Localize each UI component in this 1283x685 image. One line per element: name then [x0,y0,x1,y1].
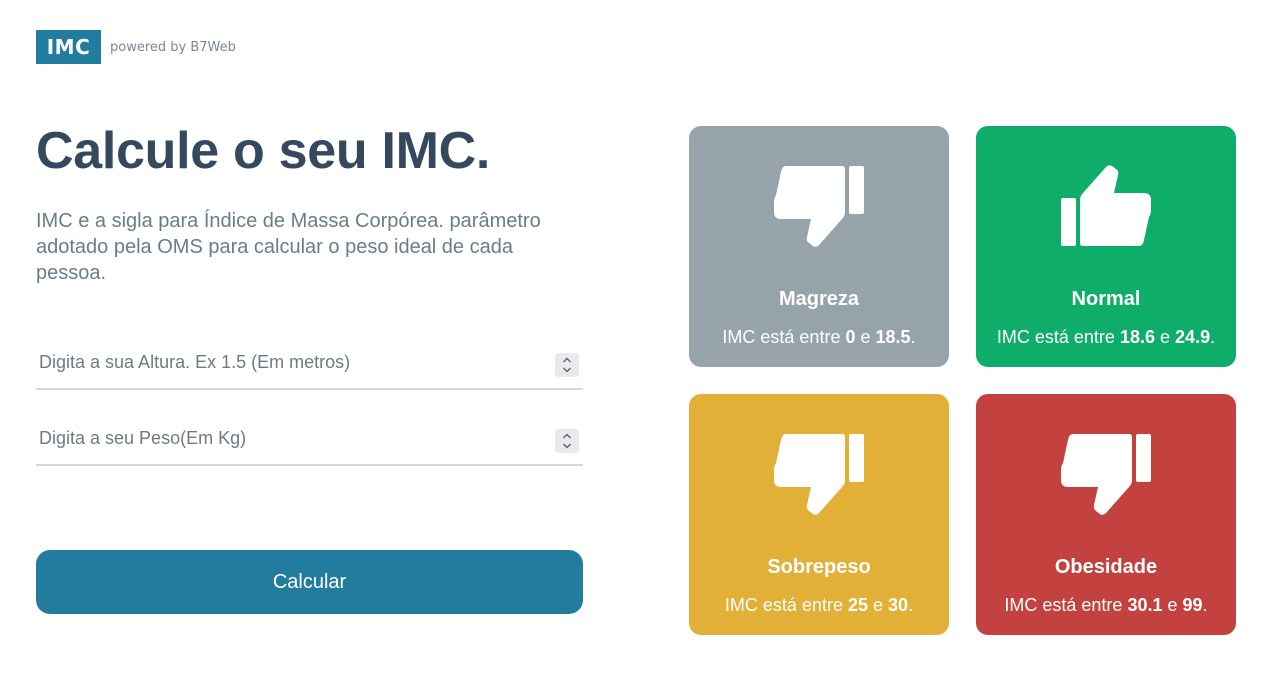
weight-stepper[interactable] [555,429,579,453]
thumbs-down-icon [774,166,864,247]
page-title: Calcule o seu IMC. [36,122,491,180]
height-field [36,340,583,390]
thumbs-up-icon [1061,165,1151,246]
thumbs-down-icon [1061,434,1151,515]
level-card-magreza: Magreza IMC está entre 0 e 18.5. [689,126,949,367]
thumbs-down-icon [774,434,864,515]
level-title: Obesidade [1054,556,1158,578]
weight-field [36,416,583,466]
level-range: IMC está entre 18.6 e 24.9. [996,327,1216,347]
logo: IMC [36,30,101,64]
range-max: 30 [888,595,909,615]
level-title: Normal [1071,288,1141,310]
header: IMC powered by B7Web [36,30,236,64]
weight-input[interactable] [36,416,583,464]
range-max: 99 [1182,595,1203,615]
range-max: 24.9 [1175,327,1211,347]
level-range: IMC está entre 0 e 18.5. [722,327,916,347]
range-min: 0 [845,327,856,347]
page-description: IMC e a sigla para Índice de Massa Corpó… [36,210,541,284]
level-title: Sobrepeso [767,556,871,578]
range-max: 18.5 [875,327,911,347]
level-card-sobrepeso: Sobrepeso IMC está entre 25 e 30. [689,394,949,635]
range-min: 30.1 [1127,595,1163,615]
level-card-normal: Normal IMC está entre 18.6 e 24.9. [976,126,1236,367]
level-range: IMC está entre 30.1 e 99. [1004,595,1208,615]
calculate-button[interactable]: Calcular [36,550,583,614]
level-card-obesidade: Obesidade IMC está entre 30.1 e 99. [976,394,1236,635]
range-min: 25 [847,595,868,615]
height-stepper[interactable] [555,353,579,377]
level-range: IMC está entre 25 e 30. [724,595,914,615]
calculator-panel: Calcule o seu IMC. IMC e a sigla para Ín… [36,120,583,466]
stepper-arrows-icon [563,357,571,373]
level-title: Magreza [778,288,860,310]
stepper-arrows-icon [563,433,571,449]
powered-by-text: powered by B7Web [110,39,236,55]
range-min: 18.6 [1119,327,1155,347]
height-input[interactable] [36,340,583,388]
